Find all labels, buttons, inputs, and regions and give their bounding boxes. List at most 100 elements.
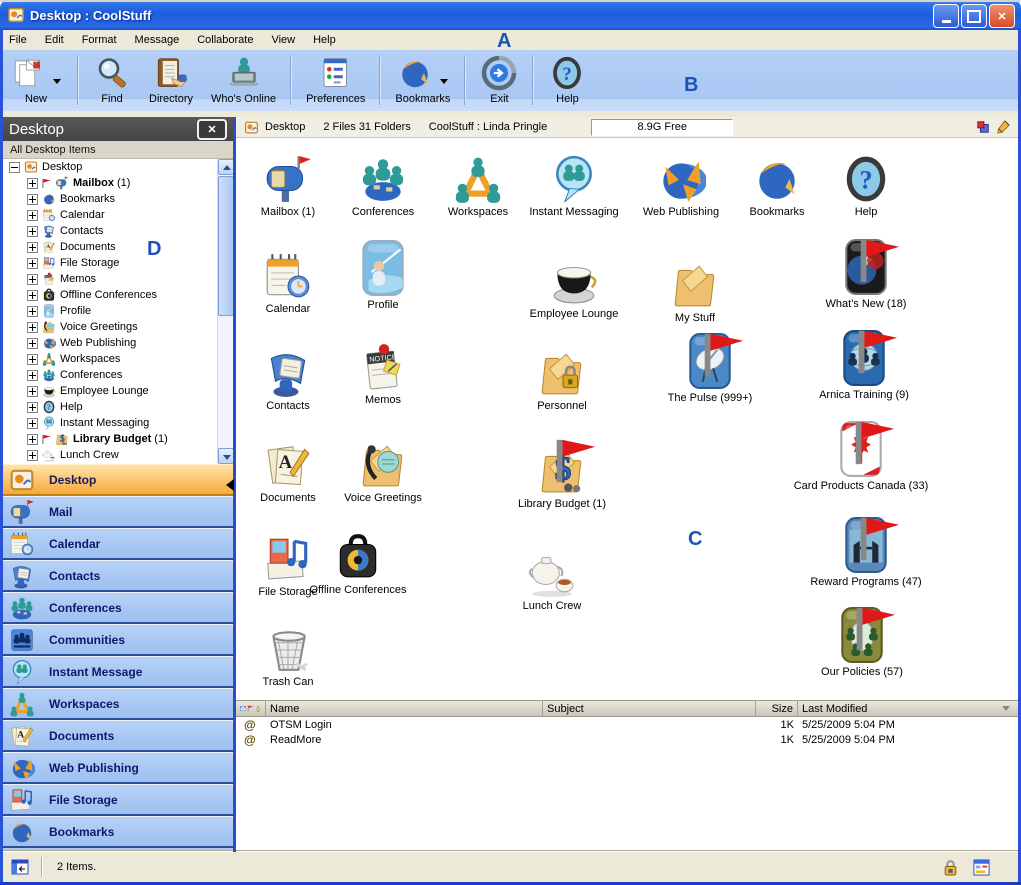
nav-instant-message[interactable]: Instant Message — [3, 656, 233, 688]
menu-help[interactable]: Help — [304, 31, 345, 49]
tree-item-documents[interactable]: A Documents — [3, 239, 217, 255]
minimize-button[interactable] — [933, 4, 959, 28]
column-name[interactable]: Name — [266, 701, 543, 716]
tree-scrollbar[interactable] — [217, 159, 233, 464]
expand-box-icon[interactable] — [27, 226, 38, 237]
pencil-icon[interactable] — [996, 120, 1010, 134]
toolbar-who-s-online-button[interactable]: Who's Online — [202, 55, 285, 105]
panel-close-button[interactable]: ✕ — [197, 119, 227, 140]
expand-box-icon[interactable] — [27, 290, 38, 301]
panel-collapse-handle[interactable] — [226, 479, 234, 491]
tree-item-mailbox[interactable]: Mailbox (1) — [3, 175, 217, 191]
toolbar-new-button[interactable]: New — [0, 55, 72, 105]
desktop-icon-profile[interactable]: Profile — [308, 239, 458, 311]
list-row-otsm-login[interactable]: @ OTSM Login 1K 5/25/2009 5:04 PM — [236, 717, 1018, 732]
list-header-icons[interactable] — [236, 701, 266, 716]
scroll-up-button[interactable] — [218, 159, 234, 175]
menu-format[interactable]: Format — [73, 31, 126, 49]
dropdown-arrow-icon[interactable] — [53, 79, 61, 84]
desktop-icon-trash-can[interactable]: Trash Can — [236, 616, 363, 688]
tree-item-voice-greetings[interactable]: Voice Greetings — [3, 319, 217, 335]
toolbar-bookmarks-button[interactable]: Bookmarks — [386, 55, 459, 105]
expand-box-icon[interactable] — [27, 274, 38, 285]
desktop-icon-library-budget-1[interactable]: $ Library Budget (1) — [487, 438, 637, 510]
nav-conferences[interactable]: Conferences — [3, 592, 233, 624]
expand-box-icon[interactable] — [27, 258, 38, 269]
menu-message[interactable]: Message — [126, 31, 189, 49]
tree-item-desktop[interactable]: Desktop — [3, 159, 217, 175]
tree-item-conferences[interactable]: Conferences — [3, 367, 217, 383]
toolbar-exit-button[interactable]: Exit — [471, 55, 527, 105]
tree-item-memos[interactable]: NOTICE Memos — [3, 271, 217, 287]
toolbar-preferences-button[interactable]: Preferences — [297, 55, 374, 105]
column-subject[interactable]: Subject — [543, 701, 756, 716]
toolbar-help-button[interactable]: ? Help — [539, 55, 595, 105]
menu-collaborate[interactable]: Collaborate — [188, 31, 262, 49]
collapse-box-icon[interactable] — [9, 162, 20, 173]
desktop-icon-offline-conferences[interactable]: Offline Conferences — [283, 524, 433, 596]
expand-box-icon[interactable] — [27, 402, 38, 413]
expand-box-icon[interactable] — [27, 242, 38, 253]
menu-file[interactable]: File — [0, 31, 36, 49]
desktop-icon-memos[interactable]: NOTICE Memos — [308, 334, 458, 406]
expand-box-icon[interactable] — [27, 322, 38, 333]
expand-box-icon[interactable] — [27, 178, 38, 189]
expand-box-icon[interactable] — [27, 450, 38, 461]
panel-toggle-icon[interactable] — [11, 858, 29, 876]
tree-item-workspaces[interactable]: Workspaces — [3, 351, 217, 367]
toolbar-find-button[interactable]: Find — [84, 55, 140, 105]
list-row-readmore[interactable]: @ ReadMore 1K 5/25/2009 5:04 PM — [236, 732, 1018, 747]
tree-item-instant-messaging[interactable]: Instant Messaging — [3, 415, 217, 431]
nav-communities[interactable]: Communities — [3, 624, 233, 656]
expand-box-icon[interactable] — [27, 306, 38, 317]
expand-box-icon[interactable] — [27, 338, 38, 349]
tree-item-library-budget[interactable]: $ Library Budget (1) — [3, 431, 217, 447]
column-size[interactable]: Size — [756, 701, 798, 716]
nav-mail[interactable]: Mail — [3, 496, 233, 528]
tree-item-calendar[interactable]: Calendar — [3, 207, 217, 223]
tree-item-lunch-crew[interactable]: Lunch Crew — [3, 447, 217, 463]
tree-item-employee-lounge[interactable]: Employee Lounge — [3, 383, 217, 399]
nav-calendar[interactable]: Calendar — [3, 528, 233, 560]
tree-item-help[interactable]: ? Help — [3, 399, 217, 415]
nav-documents[interactable]: A Documents — [3, 720, 233, 752]
desktop-icon-the-pulse-999[interactable]: The Pulse (999+) — [635, 332, 785, 404]
tree-item-web-publishing[interactable]: Web Publishing — [3, 335, 217, 351]
desktop-icon-my-stuff[interactable]: My Stuff — [620, 252, 770, 324]
expand-box-icon[interactable] — [27, 194, 38, 205]
column-last-modified[interactable]: Last Modified — [798, 701, 1018, 716]
desktop-icon-lunch-crew[interactable]: Lunch Crew — [477, 540, 627, 612]
desktop-icon-arnica-training-9[interactable]: Arnica Training (9) — [789, 329, 939, 401]
expand-box-icon[interactable] — [27, 370, 38, 381]
window-layout-icon[interactable] — [973, 859, 990, 876]
desktop-icon-voice-greetings[interactable]: Voice Greetings — [308, 432, 458, 504]
sort-arrow-icon[interactable] — [1002, 706, 1010, 711]
tree-item-profile[interactable]: Profile — [3, 303, 217, 319]
nav-contacts[interactable]: Contacts — [3, 560, 233, 592]
desktop-icon-card-products-canada-33[interactable]: Card Products Canada (33) — [786, 420, 936, 492]
tree-item-offline-conferences[interactable]: Offline Conferences — [3, 287, 217, 303]
tree-item-contacts[interactable]: Contacts — [3, 223, 217, 239]
dropdown-arrow-icon[interactable] — [440, 79, 448, 84]
scroll-thumb[interactable] — [218, 176, 234, 316]
expand-box-icon[interactable] — [27, 354, 38, 365]
desktop-icon-reward-programs-47[interactable]: Reward Programs (47) — [791, 516, 941, 588]
desktop-icon-what-s-new-18[interactable]: What's New (18) — [791, 238, 941, 310]
overlap-squares-icon[interactable] — [976, 120, 990, 134]
menu-view[interactable]: View — [262, 31, 304, 49]
nav-web-publishing[interactable]: Web Publishing — [3, 752, 233, 784]
nav-file-storage[interactable]: File Storage — [3, 784, 233, 816]
tree-item-bookmarks[interactable]: Bookmarks — [3, 191, 217, 207]
desktop-icon-our-policies-57[interactable]: Our Policies (57) — [787, 606, 937, 678]
nav-bookmarks[interactable]: Bookmarks — [3, 816, 233, 848]
expand-box-icon[interactable] — [27, 210, 38, 221]
tree-item-file-storage[interactable]: File Storage — [3, 255, 217, 271]
nav-workspaces[interactable]: Workspaces — [3, 688, 233, 720]
expand-box-icon[interactable] — [27, 386, 38, 397]
expand-box-icon[interactable] — [27, 418, 38, 429]
nav-desktop[interactable]: Desktop — [3, 464, 233, 496]
expand-box-icon[interactable] — [27, 434, 38, 445]
desktop-icon-personnel[interactable]: Personnel — [487, 340, 637, 412]
close-button[interactable]: ✕ — [989, 4, 1015, 28]
menu-edit[interactable]: Edit — [36, 31, 73, 49]
